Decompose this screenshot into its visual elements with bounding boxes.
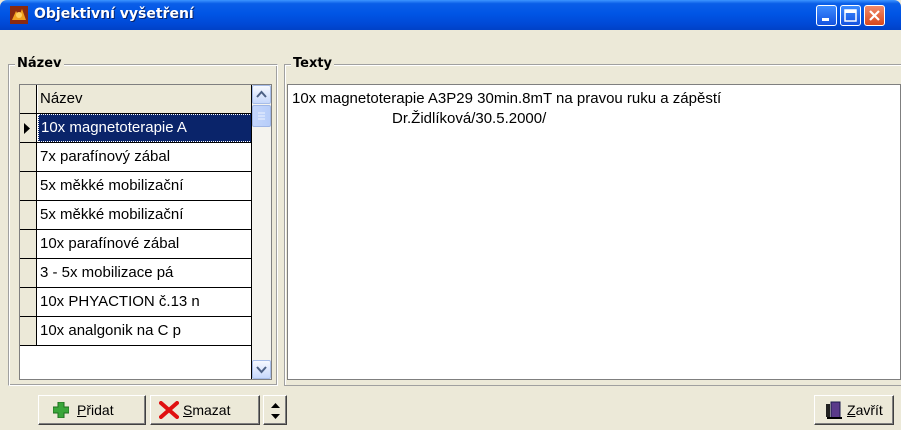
row-indicator <box>20 230 37 258</box>
minimize-icon <box>822 18 829 21</box>
maximize-button[interactable] <box>840 5 861 26</box>
add-button-label: Přidat <box>77 402 114 418</box>
name-group-label: Název <box>15 56 64 71</box>
row-indicator <box>20 317 37 345</box>
table-row[interactable]: 10x parafínové zábal <box>20 230 252 259</box>
grid-vertical-scrollbar[interactable] <box>252 85 271 379</box>
table-row[interactable]: 3 - 5x mobilizace pá <box>20 259 252 288</box>
window-title: Objektivní vyšetření <box>34 6 194 22</box>
close-icon <box>869 10 880 21</box>
table-row[interactable]: 7x parafínový zábal <box>20 143 252 172</box>
scroll-up-button[interactable] <box>252 85 271 104</box>
memo-content[interactable]: 10x magnetoterapie A3P29 30min.8mT na pr… <box>292 89 721 129</box>
close-button[interactable]: Zavřít <box>814 395 894 425</box>
row-indicator <box>20 201 37 229</box>
grid-cell[interactable]: 10x magnetoterapie A <box>38 114 252 142</box>
table-row[interactable]: 5x měkké mobilizační <box>20 172 252 201</box>
grid-cell[interactable]: 7x parafínový zábal <box>38 143 252 171</box>
red-x-icon <box>159 401 179 419</box>
close-window-button[interactable] <box>864 5 885 26</box>
spin-up-down-icon <box>271 403 280 419</box>
texts-memo[interactable]: 10x magnetoterapie A3P29 30min.8mT na pr… <box>287 84 901 380</box>
chevron-up-icon <box>256 90 267 98</box>
add-button[interactable]: Přidat <box>38 395 146 425</box>
memo-line: Dr.Židlíková/30.5.2000/ <box>292 110 547 127</box>
plus-icon <box>53 402 69 418</box>
scroll-down-button[interactable] <box>252 360 271 379</box>
grid-cell[interactable]: 5x měkké mobilizační <box>38 201 252 229</box>
delete-button[interactable]: Smazat <box>150 395 260 425</box>
name-grid[interactable]: Název 10x magnetoterapie A 7x parafínový… <box>19 84 272 380</box>
chevron-down-icon <box>256 366 267 374</box>
maximize-icon <box>844 9 857 22</box>
grid-header-row: Název <box>20 85 252 114</box>
grid-header-name[interactable]: Název <box>38 85 252 113</box>
title-bar: Objektivní vyšetření <box>0 0 901 30</box>
minimize-button[interactable] <box>816 5 837 26</box>
door-exit-icon <box>826 401 842 419</box>
table-row[interactable]: 10x PHYACTION č.13 n <box>20 288 252 317</box>
row-indicator <box>20 288 37 316</box>
close-button-label: Zavřít <box>847 402 883 418</box>
row-indicator <box>20 259 37 287</box>
grid-cell[interactable]: 10x parafínové zábal <box>38 230 252 258</box>
scroll-thumb[interactable] <box>252 105 271 127</box>
row-indicator <box>20 143 37 171</box>
grip-icon <box>258 112 265 120</box>
grid-cell[interactable]: 10x PHYACTION č.13 n <box>38 288 252 316</box>
grid-cell[interactable]: 3 - 5x mobilizace pá <box>38 259 252 287</box>
table-row[interactable]: 10x analgonik na C p <box>20 317 252 346</box>
row-indicator <box>20 85 37 113</box>
row-indicator <box>20 114 37 142</box>
delete-button-label: Smazat <box>183 402 231 418</box>
current-row-arrow-icon <box>24 123 30 134</box>
spin-updown-button[interactable] <box>263 395 287 425</box>
table-row[interactable]: 5x měkké mobilizační <box>20 201 252 230</box>
app-icon <box>10 6 28 24</box>
memo-line: 10x magnetoterapie A3P29 30min.8mT na pr… <box>292 90 722 107</box>
grid-cell[interactable]: 5x měkké mobilizační <box>38 172 252 200</box>
row-indicator <box>20 172 37 200</box>
grid-cell[interactable]: 10x analgonik na C p <box>38 317 252 345</box>
texts-group-label: Texty <box>291 56 335 71</box>
table-row[interactable]: 10x magnetoterapie A <box>20 114 252 143</box>
